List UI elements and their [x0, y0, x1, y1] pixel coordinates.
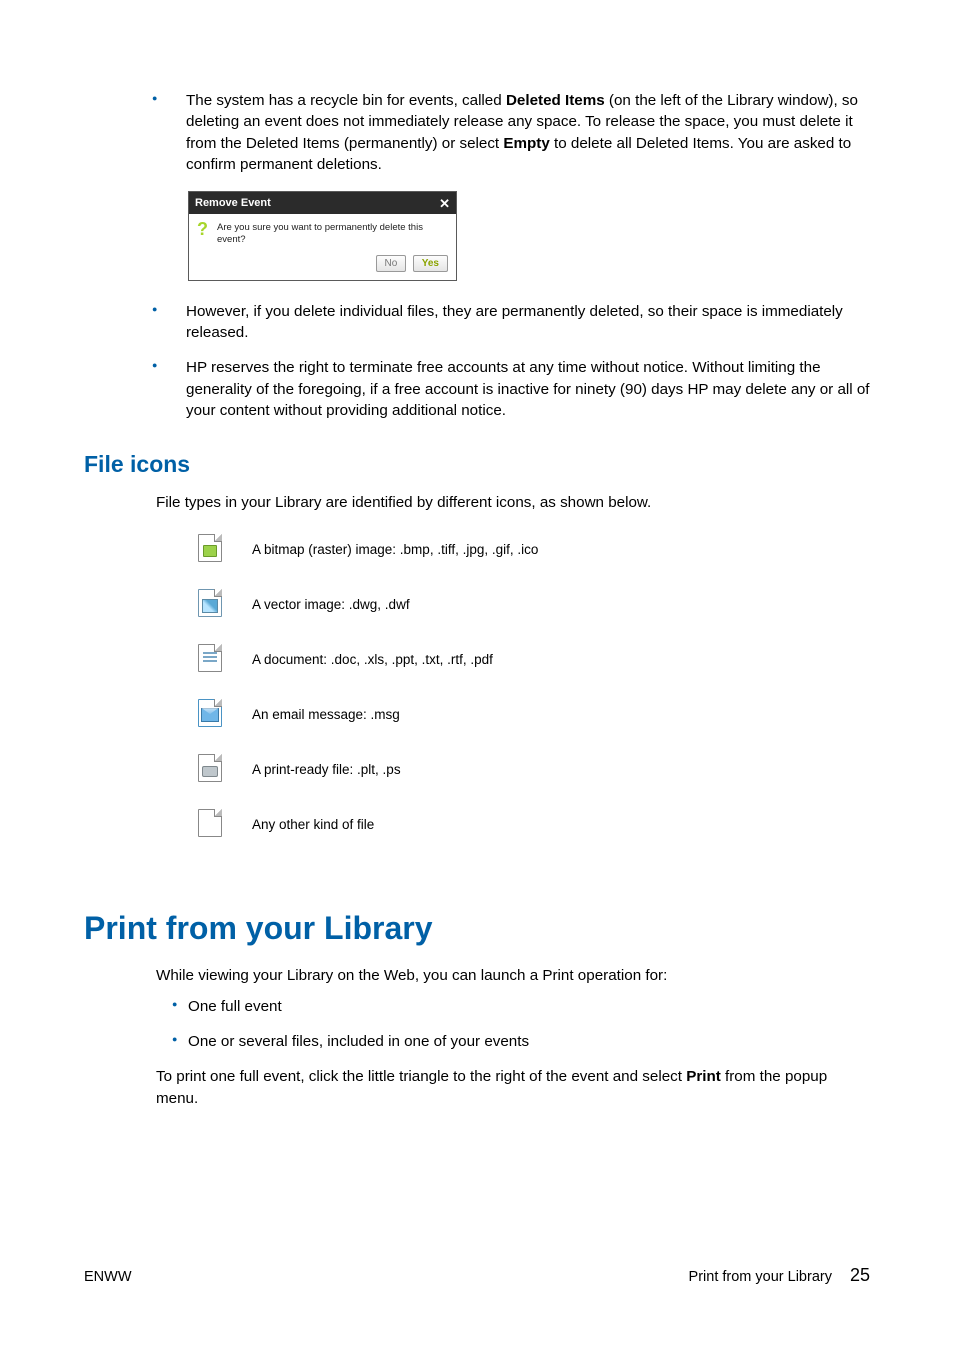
bullet-one-full-event: One full event: [84, 996, 870, 1017]
generic-file-icon: [198, 809, 222, 837]
print-intro: While viewing your Library on the Web, y…: [84, 965, 870, 986]
dialog-title: Remove Event: [195, 197, 271, 209]
icon-row-document: A document: .doc, .xls, .ppt, .txt, .rtf…: [186, 644, 556, 699]
print-ready-icon: [198, 754, 222, 782]
question-icon: ?: [197, 222, 211, 236]
text: The system has a recycle bin for events,…: [186, 92, 506, 109]
raster-image-icon: [198, 534, 222, 562]
dialog-message: Are you sure you want to permanently del…: [217, 222, 448, 245]
bold-deleted-items: Deleted Items: [506, 92, 605, 109]
remove-event-dialog: Remove Event ✕ ? Are you sure you want t…: [188, 191, 457, 281]
icon-desc: A vector image: .dwg, .dwf: [252, 589, 556, 644]
bullet-hp-terminate: HP reserves the right to terminate free …: [84, 357, 870, 421]
icon-desc: A bitmap (raster) image: .bmp, .tiff, .j…: [252, 534, 556, 589]
text: To print one full event, click the littl…: [156, 1068, 686, 1085]
print-full-event-para: To print one full event, click the littl…: [84, 1066, 870, 1109]
dialog-body: ? Are you sure you want to permanently d…: [189, 214, 456, 253]
close-icon[interactable]: ✕: [439, 198, 450, 209]
page-footer: ENWW Print from your Library 25: [84, 1265, 870, 1286]
icon-desc: Any other kind of file: [252, 809, 556, 864]
icon-row-other: Any other kind of file: [186, 809, 556, 864]
icon-row-print: A print-ready file: .plt, .ps: [186, 754, 556, 809]
bold-print: Print: [686, 1068, 721, 1085]
yes-button[interactable]: Yes: [413, 255, 448, 272]
heading-print-from-library: Print from your Library: [84, 910, 870, 947]
footer-section-label: Print from your Library: [689, 1269, 832, 1285]
icon-row-vector: A vector image: .dwg, .dwf: [186, 589, 556, 644]
top-bullet-list: The system has a recycle bin for events,…: [84, 90, 870, 175]
vector-image-icon: [198, 589, 222, 617]
file-icons-table: A bitmap (raster) image: .bmp, .tiff, .j…: [186, 534, 556, 864]
footer-right: Print from your Library 25: [689, 1265, 870, 1286]
page: The system has a recycle bin for events,…: [0, 0, 954, 1350]
heading-file-icons: File icons: [84, 451, 870, 478]
bullet-one-or-several-files: One or several files, included in one of…: [84, 1031, 870, 1052]
dialog-titlebar: Remove Event ✕: [189, 192, 456, 214]
document-icon: [198, 644, 222, 672]
mid-bullet-list: However, if you delete individual files,…: [84, 301, 870, 421]
icon-row-raster: A bitmap (raster) image: .bmp, .tiff, .j…: [186, 534, 556, 589]
bold-empty: Empty: [503, 135, 549, 152]
footer-left: ENWW: [84, 1269, 132, 1285]
icon-desc: An email message: .msg: [252, 699, 556, 754]
email-icon: [198, 699, 222, 727]
no-button[interactable]: No: [376, 255, 407, 272]
bullet-deleted-items: The system has a recycle bin for events,…: [84, 90, 870, 175]
bullet-individual-files: However, if you delete individual files,…: [84, 301, 870, 344]
content-area: The system has a recycle bin for events,…: [84, 90, 870, 1109]
icon-row-email: An email message: .msg: [186, 699, 556, 754]
icon-desc: A document: .doc, .xls, .ppt, .txt, .rtf…: [252, 644, 556, 699]
icon-desc: A print-ready file: .plt, .ps: [252, 754, 556, 809]
file-icons-intro: File types in your Library are identifie…: [84, 492, 870, 513]
print-bullet-list: One full event One or several files, inc…: [84, 996, 870, 1053]
page-number: 25: [850, 1265, 870, 1286]
dialog-footer: No Yes: [189, 253, 456, 280]
